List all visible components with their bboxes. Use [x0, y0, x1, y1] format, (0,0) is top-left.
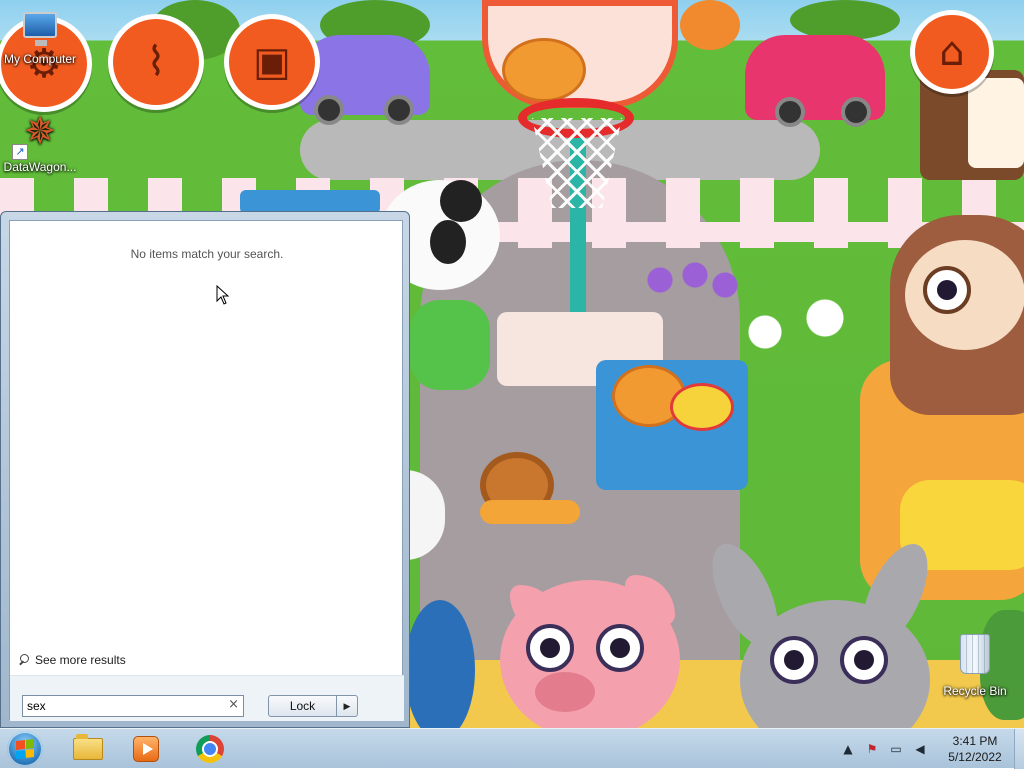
start-menu: No items match your search. See more res… — [0, 211, 410, 728]
tree — [790, 0, 900, 40]
show-hidden-icons-icon[interactable]: ▲ — [840, 741, 856, 757]
taskbar-clock[interactable]: 3:41 PM 5/12/2022 — [940, 733, 1010, 765]
broom-icon: ⌇ — [146, 39, 166, 85]
sticker-album-icon: ▣ — [253, 39, 291, 85]
start-button[interactable] — [7, 731, 43, 767]
white-flowers — [720, 290, 870, 360]
desktop-icon-label: DataWagon... — [3, 160, 77, 174]
game-album-button[interactable]: ▣ — [224, 14, 320, 110]
taskbar-chrome-button[interactable] — [184, 732, 236, 766]
desktop-icon-datawagon[interactable]: ✵ DataWagon... — [0, 112, 80, 174]
lock-button[interactable]: Lock ▶ — [268, 695, 358, 717]
basketball — [502, 38, 586, 102]
power-options-arrow-icon[interactable]: ▶ — [336, 696, 357, 716]
windows-logo-icon — [16, 739, 34, 759]
lock-button-label: Lock — [289, 699, 316, 713]
pig-snout — [535, 672, 595, 712]
clock-date: 5/12/2022 — [948, 750, 1002, 764]
shop-sign-board — [968, 78, 1024, 168]
snail-body — [480, 500, 580, 524]
autumn-tree — [680, 0, 740, 50]
panda-body — [410, 300, 490, 390]
clock-time: 3:41 PM — [952, 734, 998, 748]
shortcut-arrow-icon: ↗ — [12, 144, 28, 160]
see-more-results-label: See more results — [35, 653, 126, 667]
clear-search-icon[interactable]: × — [228, 697, 239, 712]
computer-icon — [23, 12, 57, 46]
mouse-cursor-icon — [216, 285, 230, 305]
pig — [500, 580, 680, 728]
shop-basket-icon: ⌂ — [939, 29, 965, 75]
game-broom-button[interactable]: ⌇ — [108, 14, 204, 110]
desktop-icon-recycle-bin[interactable]: Recycle Bin — [935, 634, 1015, 698]
chrome-icon — [196, 735, 224, 763]
start-search-input[interactable] — [27, 698, 217, 714]
taskbar: ▲ ⚑ ▭ ◀ 3:41 PM 5/12/2022 — [0, 728, 1024, 769]
pink-car — [745, 35, 885, 127]
recycle-bin-icon — [960, 634, 990, 674]
folder-icon — [73, 734, 103, 760]
desktop-icon-label: Recycle Bin — [943, 684, 1007, 698]
volume-icon[interactable]: ◀ — [912, 741, 928, 757]
media-player-icon — [133, 736, 159, 762]
desktop-icon-label: My Computer — [3, 52, 77, 66]
action-center-flag-icon[interactable]: ⚑ — [864, 741, 880, 757]
purple-car — [300, 35, 430, 125]
search-icon — [18, 654, 30, 666]
show-desktop-button[interactable] — [1014, 729, 1024, 769]
game-shop-button[interactable]: ⌂ — [910, 10, 994, 94]
system-tray: ▲ ⚑ ▭ ◀ — [840, 729, 928, 769]
no-results-message: No items match your search. — [130, 247, 284, 261]
desktop-icon-my-computer[interactable]: My Computer — [0, 12, 80, 66]
network-icon[interactable]: ▭ — [888, 741, 904, 757]
owl-face — [905, 240, 1024, 350]
blue-character — [405, 600, 475, 728]
taskbar-media-player-button[interactable] — [120, 732, 172, 766]
start-search-box[interactable]: × — [22, 695, 244, 717]
search-results-panel: No items match your search. See more res… — [9, 220, 404, 721]
beach-ball — [670, 383, 734, 431]
see-more-results-link[interactable]: See more results — [18, 653, 126, 667]
taskbar-explorer-button[interactable] — [62, 732, 114, 766]
